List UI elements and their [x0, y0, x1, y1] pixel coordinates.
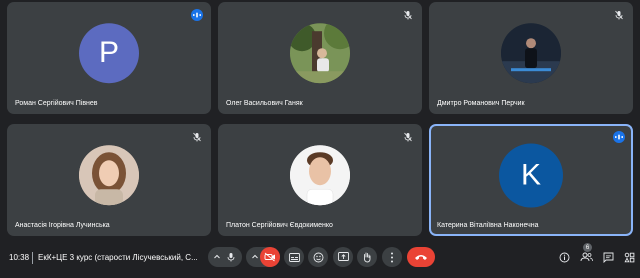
meeting-stage: P Роман Сергійович Півнев Олег Васильови…	[0, 0, 640, 278]
activities-icon[interactable]	[621, 249, 637, 265]
meeting-details-icon[interactable]	[556, 249, 572, 265]
leave-call-button[interactable]	[407, 247, 435, 267]
avatar-letter: P	[98, 36, 119, 70]
people-icon	[580, 252, 593, 262]
participant-name: Платон Сергійович Євдокименко	[226, 222, 333, 229]
mic-icon[interactable]	[223, 249, 239, 265]
speaking-indicator-icon	[613, 131, 625, 143]
participant-name: Роман Сергійович Півнев	[15, 100, 98, 107]
mic-off-icon	[402, 9, 414, 21]
participant-name: Дмитро Романович Перчик	[437, 100, 525, 107]
participant-tile[interactable]: Олег Васильович Ганяк	[218, 2, 422, 114]
participant-name: Анастасія Ігорівна Лучинська	[15, 222, 110, 229]
avatar-letter: K	[520, 158, 541, 192]
present-icon	[337, 252, 349, 261]
meeting-title: ЕкК+ЦЕ 3 курс (старости Лісучевський, С.…	[38, 253, 198, 262]
participant-name: Олег Васильович Ганяк	[226, 100, 303, 107]
participant-tile[interactable]: Дмитро Романович Перчик	[429, 2, 633, 114]
avatar	[501, 23, 561, 84]
participant-name: Катерина Віталіївна Наконечна	[437, 222, 539, 229]
avatar	[290, 145, 350, 206]
camera-off-icon	[264, 252, 275, 262]
present-button[interactable]	[333, 247, 353, 267]
emoji-icon	[313, 252, 323, 262]
reactions-button[interactable]	[308, 247, 328, 267]
captions-button[interactable]	[284, 247, 304, 267]
speaking-indicator-icon	[191, 9, 203, 21]
captions-icon	[288, 252, 300, 262]
camera-off-button[interactable]	[260, 247, 280, 267]
avatar	[290, 23, 350, 84]
more-vert-icon	[391, 252, 393, 262]
chat-icon[interactable]	[600, 249, 616, 265]
mic-off-icon	[613, 9, 625, 21]
raise-hand-button[interactable]	[357, 247, 377, 267]
avatar: K	[499, 143, 563, 208]
clock: 10:38	[9, 253, 30, 262]
divider	[32, 252, 33, 264]
participant-tile[interactable]: Платон Сергійович Євдокименко	[218, 124, 422, 236]
avatar	[79, 145, 139, 206]
people-button[interactable]: 6	[578, 243, 594, 265]
avatar: P	[79, 23, 139, 84]
participant-tile[interactable]: P Роман Сергійович Півнев	[7, 2, 211, 114]
mic-off-icon	[402, 131, 414, 143]
participant-tile[interactable]: Анастасія Ігорівна Лучинська	[7, 124, 211, 236]
end-call-icon	[415, 255, 427, 260]
hand-icon	[363, 252, 371, 262]
participant-count-badge: 6	[583, 243, 592, 252]
participant-tile-active[interactable]: K Катерина Віталіївна Наконечна	[429, 124, 633, 236]
control-bar: 10:38 ЕкК+ЦЕ 3 курс (старости Лісучевськ…	[0, 243, 640, 278]
more-options-button[interactable]	[382, 247, 402, 267]
mic-off-icon	[191, 131, 203, 143]
